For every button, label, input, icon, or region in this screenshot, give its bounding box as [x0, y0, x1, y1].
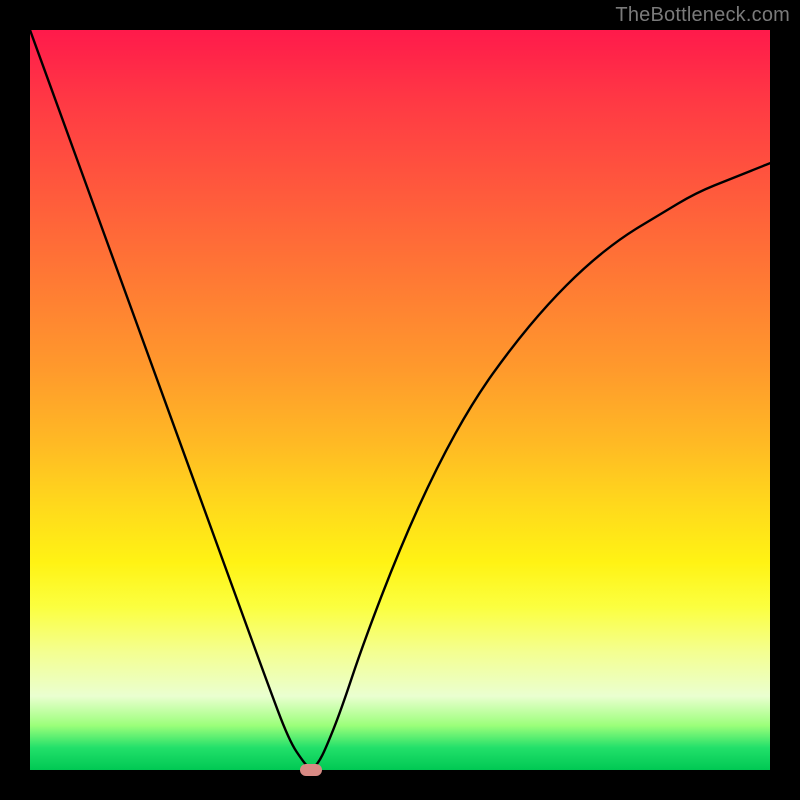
curve-path [30, 30, 770, 768]
optimal-point-marker [300, 764, 322, 776]
bottleneck-curve [30, 30, 770, 770]
chart-stage: TheBottleneck.com [0, 0, 800, 800]
plot-area [30, 30, 770, 770]
watermark-text: TheBottleneck.com [615, 4, 790, 27]
